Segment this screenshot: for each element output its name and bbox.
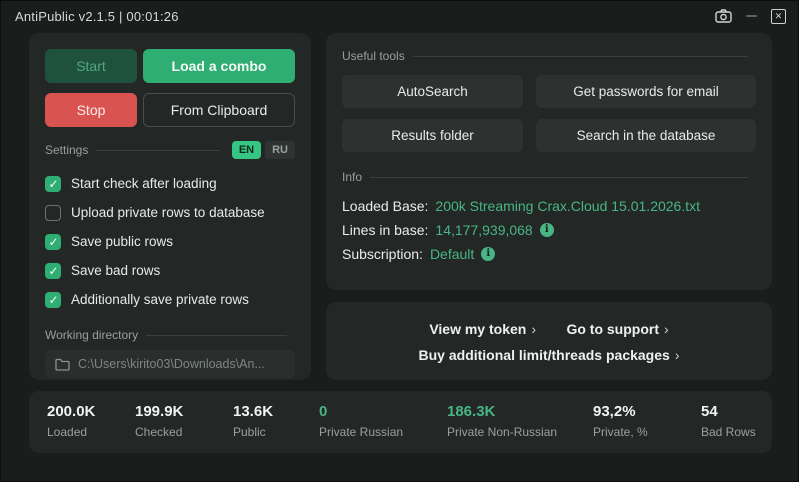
- view-my-token-link[interactable]: View my token›: [429, 321, 536, 337]
- links-row-1: View my token› Go to support›: [342, 316, 756, 342]
- stat-label: Loaded: [47, 425, 95, 439]
- tool-buttons-grid: AutoSearch Get passwords for email Resul…: [342, 75, 756, 152]
- stat-private-non-russian: 186.3K Private Non-Russian: [447, 403, 557, 439]
- info-header: Info: [342, 170, 756, 184]
- info-label: Info: [342, 170, 362, 184]
- settings-header: Settings EN RU: [45, 141, 295, 159]
- working-directory-header: Working directory: [45, 328, 295, 342]
- stat-private-percent: 93,2% Private, %: [593, 403, 648, 439]
- chevron-right-icon: ›: [531, 321, 536, 337]
- window-title: AntiPublic v2.1.5 | 00:01:26: [15, 9, 179, 24]
- loaded-base-value: 200k Streaming Crax.Cloud 15.01.2026.txt: [435, 198, 700, 214]
- stop-buttons-row: Stop From Clipboard: [45, 93, 295, 127]
- subscription-value: Default: [430, 246, 474, 262]
- stat-label: Bad Rows: [701, 425, 756, 439]
- stat-label: Private Non-Russian: [447, 425, 557, 439]
- tools-info-panel: Useful tools AutoSearch Get passwords fo…: [326, 33, 772, 290]
- lines-in-base-value: 14,177,939,068: [435, 222, 532, 238]
- checkbox-start-check-after-loading[interactable]: Start check after loading: [45, 169, 295, 198]
- stat-label: Private Russian: [319, 425, 403, 439]
- run-buttons-row: Start Load a combo: [45, 49, 295, 83]
- checkbox-label: Start check after loading: [71, 176, 217, 191]
- close-icon[interactable]: ✕: [771, 9, 786, 24]
- language-toggle-en[interactable]: EN: [232, 141, 261, 159]
- stat-bad-rows: 54 Bad Rows: [701, 403, 756, 439]
- results-folder-button[interactable]: Results folder: [342, 119, 523, 152]
- loaded-base-row: Loaded Base: 200k Streaming Crax.Cloud 1…: [342, 194, 756, 218]
- checkbox-label: Upload private rows to database: [71, 205, 265, 220]
- subscription-row: Subscription: Default i: [342, 242, 756, 266]
- info-circle-icon[interactable]: i: [481, 247, 495, 261]
- divider: [96, 150, 219, 151]
- title-bar: AntiPublic v2.1.5 | 00:01:26 ✕: [1, 1, 798, 31]
- stat-value: 13.6K: [233, 403, 273, 420]
- checkbox-save-public-rows[interactable]: Save public rows: [45, 227, 295, 256]
- stat-loaded: 200.0K Loaded: [47, 403, 95, 439]
- checkbox-icon[interactable]: [45, 205, 61, 221]
- checkbox-icon[interactable]: [45, 292, 61, 308]
- stat-value: 93,2%: [593, 403, 648, 420]
- from-clipboard-button[interactable]: From Clipboard: [143, 93, 295, 127]
- loaded-base-label: Loaded Base:: [342, 198, 428, 214]
- get-passwords-button[interactable]: Get passwords for email: [536, 75, 756, 108]
- lines-in-base-row: Lines in base: 14,177,939,068 i: [342, 218, 756, 242]
- checkbox-upload-private-rows[interactable]: Upload private rows to database: [45, 198, 295, 227]
- folder-icon: [55, 358, 70, 371]
- stat-value: 186.3K: [447, 403, 557, 420]
- checkbox-label: Save public rows: [71, 234, 173, 249]
- checkbox-label: Save bad rows: [71, 263, 160, 278]
- stat-public: 13.6K Public: [233, 403, 273, 439]
- stat-label: Checked: [135, 425, 183, 439]
- stat-value: 54: [701, 403, 756, 420]
- chevron-right-icon: ›: [675, 347, 680, 363]
- stat-value: 0: [319, 403, 403, 420]
- useful-tools-label: Useful tools: [342, 49, 405, 63]
- checkbox-save-private-rows[interactable]: Additionally save private rows: [45, 285, 295, 314]
- app-window: AntiPublic v2.1.5 | 00:01:26 ✕ Start Loa…: [0, 0, 799, 482]
- divider: [370, 177, 748, 178]
- language-toggle-ru[interactable]: RU: [265, 141, 295, 159]
- autosearch-button[interactable]: AutoSearch: [342, 75, 523, 108]
- minimize-icon[interactable]: [746, 15, 757, 17]
- lines-in-base-label: Lines in base:: [342, 222, 428, 238]
- subscription-label: Subscription:: [342, 246, 423, 262]
- chevron-right-icon: ›: [664, 321, 669, 337]
- info-circle-icon[interactable]: i: [540, 223, 554, 237]
- divider: [413, 56, 748, 57]
- stats-bar: 200.0K Loaded 199.9K Checked 13.6K Publi…: [29, 391, 772, 453]
- stat-label: Public: [233, 425, 273, 439]
- stat-value: 200.0K: [47, 403, 95, 420]
- checkbox-icon[interactable]: [45, 263, 61, 279]
- working-directory-label: Working directory: [45, 328, 138, 342]
- stat-value: 199.9K: [135, 403, 183, 420]
- screenshot-camera-icon[interactable]: [715, 9, 732, 23]
- load-combo-button[interactable]: Load a combo: [143, 49, 295, 83]
- stat-label: Private, %: [593, 425, 648, 439]
- start-button[interactable]: Start: [45, 49, 137, 83]
- links-row-2: Buy additional limit/threads packages›: [342, 342, 756, 368]
- divider: [146, 335, 287, 336]
- search-database-button[interactable]: Search in the database: [536, 119, 756, 152]
- working-directory-input[interactable]: C:\Users\kirito03\Downloads\An...: [45, 350, 295, 378]
- working-directory-path: C:\Users\kirito03\Downloads\An...: [78, 357, 265, 371]
- window-controls: ✕: [715, 9, 786, 24]
- useful-tools-header: Useful tools: [342, 49, 756, 63]
- checkbox-icon[interactable]: [45, 176, 61, 192]
- go-to-support-link[interactable]: Go to support›: [566, 321, 668, 337]
- buy-packages-link[interactable]: Buy additional limit/threads packages›: [419, 347, 680, 363]
- checkbox-label: Additionally save private rows: [71, 292, 249, 307]
- control-panel: Start Load a combo Stop From Clipboard S…: [29, 33, 311, 380]
- checkbox-save-bad-rows[interactable]: Save bad rows: [45, 256, 295, 285]
- stat-checked: 199.9K Checked: [135, 403, 183, 439]
- checkbox-icon[interactable]: [45, 234, 61, 250]
- stat-private-russian: 0 Private Russian: [319, 403, 403, 439]
- links-panel: View my token› Go to support› Buy additi…: [326, 302, 772, 380]
- settings-label: Settings: [45, 143, 88, 157]
- stop-button[interactable]: Stop: [45, 93, 137, 127]
